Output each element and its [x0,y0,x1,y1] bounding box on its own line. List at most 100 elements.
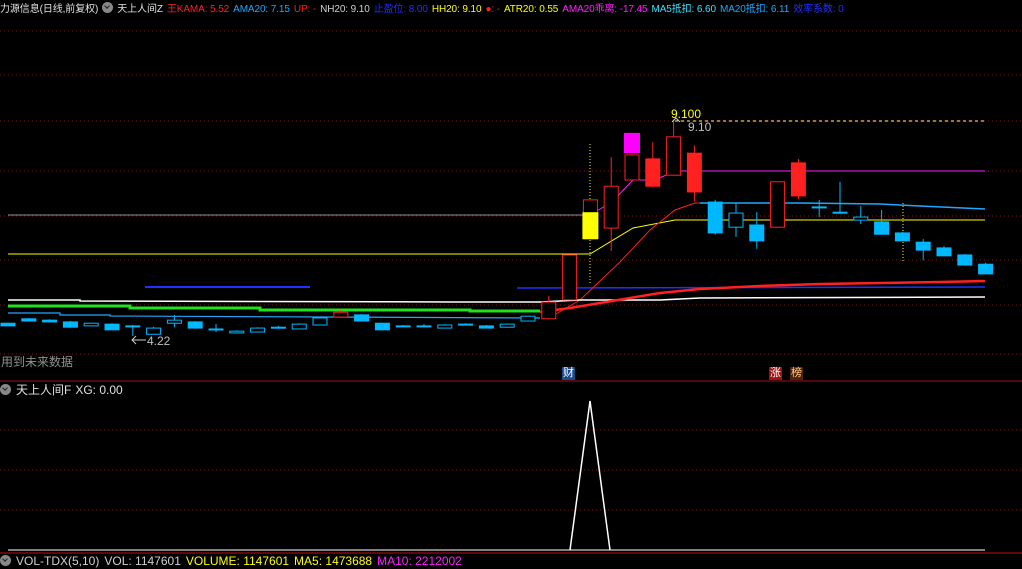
candle-body [541,301,557,320]
candle-body [395,325,411,328]
candle-body [686,152,702,193]
candle-body [520,315,536,322]
candle-body [749,224,765,242]
candle-body [978,263,994,275]
candle[interactable] [645,142,661,188]
candle-body [832,211,848,214]
candle-body [166,319,182,324]
candle[interactable] [770,181,786,229]
grid-lines [0,30,1022,511]
candle[interactable] [104,323,120,331]
indicator-value: UP: - [293,4,317,15]
candle-body [208,328,224,331]
volume-value: MA10: 2212002 [377,554,462,568]
candle-body [187,321,203,329]
candle[interactable] [62,321,78,328]
candle[interactable] [957,254,973,266]
candle[interactable] [458,323,474,326]
candles [0,121,994,337]
limit-up-tag[interactable]: 涨 [769,367,782,380]
candle[interactable] [936,246,952,257]
indicator-value: 效率系数: 0 [793,4,844,15]
candle[interactable] [21,317,37,322]
candle[interactable] [624,132,640,181]
candle-body [104,323,120,331]
candle[interactable] [416,324,432,328]
volume-indicator-name[interactable]: VOL-TDX(5,10) [16,554,99,568]
candle-body [291,323,307,330]
candle[interactable] [125,324,141,337]
candle-body [562,254,578,301]
dropdown-icon[interactable] [0,555,11,566]
candle-body [811,206,827,209]
indicator-lines [8,120,986,319]
candle[interactable] [686,145,702,202]
candle-body [790,162,806,197]
candle[interactable] [0,322,16,327]
candle[interactable] [208,324,224,333]
candle-body [250,327,266,333]
candle-body [21,318,37,322]
kline-chart[interactable] [0,0,1022,562]
candle[interactable] [229,330,245,334]
candle-body [312,317,328,326]
candle-body [83,322,99,327]
candle[interactable] [790,158,806,199]
candle[interactable] [749,212,765,249]
candle[interactable] [374,322,390,331]
candle-body [333,311,349,318]
candle[interactable] [874,210,890,235]
candle[interactable] [666,121,682,176]
finance-tag[interactable]: 财 [562,367,575,380]
high-price-label: 9.100 [671,107,702,121]
candle-body [437,324,453,329]
candle[interactable] [250,327,266,333]
dropdown-icon[interactable] [102,2,114,13]
candle-body [229,330,245,334]
candle[interactable] [478,324,494,329]
xg-value: XG: 0.00 [75,383,123,397]
indicator-value: MA20抵扣: 6.11 [719,4,790,15]
xg-spike [569,400,611,551]
candle[interactable] [562,254,578,301]
candle-body [270,326,286,329]
candle[interactable] [520,315,536,322]
candle[interactable] [291,323,307,330]
candle[interactable] [853,206,869,225]
dropdown-icon[interactable] [0,384,11,395]
signal-body [582,212,599,240]
candle[interactable] [894,232,910,242]
indicator-name[interactable]: 天上人间Z [117,4,163,15]
indicator-value: ●: - [485,4,500,15]
candle-body [458,323,474,326]
candle-body [957,254,973,266]
candle-body [374,322,390,331]
candle[interactable] [915,239,931,261]
candle[interactable] [83,322,99,327]
candle-body [603,185,619,229]
candle-body [624,154,640,181]
candle-body [499,323,515,328]
candle[interactable] [312,317,328,326]
candle-body [770,181,786,228]
candle[interactable] [541,295,557,320]
sub-indicator-name[interactable]: 天上人间F [16,383,71,397]
candle[interactable] [832,181,848,214]
candle-body [478,325,494,329]
candle[interactable] [707,199,723,235]
candle[interactable] [395,324,411,328]
ranking-tag[interactable]: 榜 [790,367,803,380]
main-header: 力源信息(日线,前复权) 天上人间Z 王KAMA: 5.52 AMA20: 7.15 U… [0,2,848,18]
green-line [8,304,540,313]
candle[interactable] [582,199,599,240]
candle[interactable] [42,319,58,323]
candle[interactable] [354,313,370,322]
candle[interactable] [499,323,515,328]
candle[interactable] [437,324,453,329]
white-line [8,296,986,303]
volume-value: VOLUME: 1147601 [185,554,290,568]
candle[interactable] [978,262,994,275]
candle[interactable] [728,202,744,237]
candle[interactable] [187,321,203,329]
candle[interactable] [270,325,286,329]
